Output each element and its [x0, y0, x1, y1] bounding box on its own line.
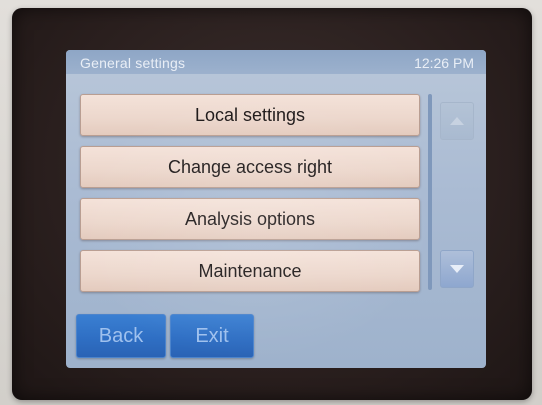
title-bar: General settings 12:26 PM	[66, 50, 486, 74]
scroll-track[interactable]	[428, 94, 432, 290]
chevron-down-icon	[450, 265, 464, 273]
scroll-down-button[interactable]	[440, 250, 474, 288]
exit-button[interactable]: Exit	[170, 314, 254, 358]
clock-display: 12:26 PM	[414, 55, 474, 71]
page-title: General settings	[80, 55, 186, 71]
local-settings-button[interactable]: Local settings	[80, 94, 420, 136]
change-access-right-button[interactable]: Change access right	[80, 146, 420, 188]
analysis-options-button[interactable]: Analysis options	[80, 198, 420, 240]
change-access-right-label: Change access right	[167, 156, 333, 177]
back-button-label: Back	[98, 324, 144, 347]
scroll-up-button[interactable]	[440, 102, 474, 140]
local-settings-label: Local settings	[194, 104, 306, 125]
maintenance-button[interactable]: Maintenance	[80, 250, 420, 292]
analysis-options-label: Analysis options	[184, 208, 316, 229]
exit-button-label: Exit	[195, 324, 229, 347]
chevron-up-icon	[450, 117, 464, 125]
touch-screen: General settings 12:26 PM Local settings…	[66, 50, 486, 368]
back-button[interactable]: Back	[76, 314, 166, 358]
maintenance-label: Maintenance	[198, 260, 302, 281]
